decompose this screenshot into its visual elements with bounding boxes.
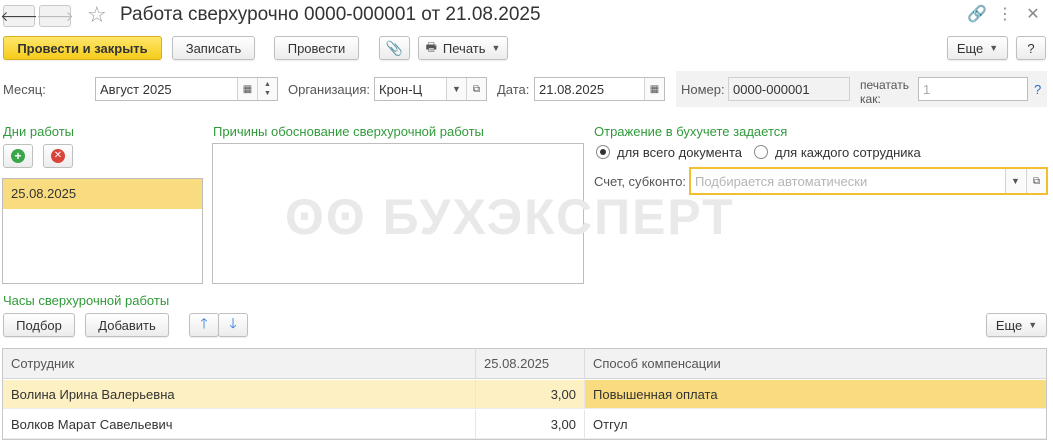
link-icon[interactable]: 🔗 (966, 5, 988, 25)
add-day-button[interactable]: + (3, 144, 33, 168)
table-cell-employee[interactable]: Волина Ирина Валерьевна (3, 380, 476, 409)
chevron-down-icon: ▼ (491, 43, 501, 53)
print-as-label: печатать как: (860, 78, 909, 106)
calendar-icon[interactable]: ▦ (237, 78, 257, 100)
open-icon[interactable]: ⧉ (1026, 169, 1046, 193)
delete-icon: ✕ (51, 149, 65, 163)
print-as-help-icon[interactable]: ? (1034, 82, 1041, 97)
more-button[interactable]: Еще ▼ (947, 36, 1008, 60)
arrow-right-icon: 🡒 (36, 7, 74, 24)
radio-document-label[interactable]: для всего документа (617, 145, 742, 160)
move-down-button[interactable]: 🡓 (218, 313, 248, 337)
table-cell-employee[interactable]: Волков Марат Савельевич (3, 410, 476, 439)
arrow-up-icon: 🡑 (200, 315, 208, 331)
print-as-label-line2: как: (860, 92, 881, 106)
favorite-star-icon[interactable]: ☆ (87, 2, 107, 28)
date-field[interactable]: 21.08.2025 ▦ (534, 77, 665, 101)
delete-day-button[interactable]: ✕ (43, 144, 73, 168)
overtime-table[interactable]: Сотрудник 25.08.2025 Способ компенсации … (2, 348, 1047, 440)
column-header-employee[interactable]: Сотрудник (3, 349, 476, 379)
post-button[interactable]: Провести (274, 36, 359, 60)
more-label: Еще (956, 40, 984, 56)
chevron-down-icon: ▼ (1028, 320, 1038, 330)
radio-employee-label[interactable]: для каждого сотрудника (775, 145, 921, 160)
table-cell-hours[interactable]: 3,00 (476, 380, 585, 409)
chevron-down-icon[interactable]: ▼ (446, 78, 466, 100)
table-cell-hours[interactable]: 3,00 (476, 410, 585, 439)
print-as-value: 1 (923, 81, 931, 97)
print-button[interactable]: 🖶 Печать ▼ (418, 36, 508, 60)
work-days-title: Дни работы (3, 124, 75, 139)
chevron-down-icon[interactable]: ▼ (1005, 169, 1025, 193)
add-button[interactable]: Добавить (85, 313, 169, 337)
close-icon[interactable]: ✕ (1022, 5, 1044, 25)
printer-icon: 🖶 (425, 39, 437, 54)
reasons-title: Причины обоснование сверхурочной работы (213, 124, 484, 139)
arrow-left-icon: 🡐 (0, 7, 38, 24)
table-cell-compensation[interactable]: Отгул (585, 410, 1046, 439)
pick-button[interactable]: Подбор (3, 313, 75, 337)
move-up-button[interactable]: 🡑 (189, 313, 219, 337)
page-title: Работа сверхурочно 0000-000001 от 21.08.… (120, 4, 541, 25)
print-label: Печать (442, 40, 486, 56)
radio-document[interactable] (596, 145, 610, 159)
accounting-title: Отражение в бухучете задается (594, 124, 788, 139)
paperclip-icon: 📎 (385, 39, 404, 56)
number-label: Номер: (681, 82, 725, 97)
kebab-menu-icon[interactable]: ⋮ (994, 5, 1016, 25)
column-header-date[interactable]: 25.08.2025 (476, 349, 585, 379)
account-placeholder: Подбирается автоматически (695, 173, 868, 189)
arrow-down-icon: 🡓 (229, 315, 237, 331)
month-stepper[interactable]: ▲ ▼ (257, 78, 277, 100)
account-field[interactable]: Подбирается автоматически ▼ ⧉ (689, 167, 1048, 195)
org-value: Крон-Ц (379, 81, 423, 97)
save-button[interactable]: Записать (172, 36, 255, 60)
month-label: Месяц: (3, 82, 46, 97)
radio-employee[interactable] (754, 145, 768, 159)
org-label: Организация: (288, 82, 371, 97)
account-label: Счет, субконто: (594, 174, 687, 189)
overtime-title: Часы сверхурочной работы (3, 293, 170, 308)
month-field[interactable]: Август 2025 ▦ ▲ ▼ (95, 77, 278, 101)
print-as-field[interactable]: 1 (918, 77, 1028, 101)
number-field[interactable]: 0000-000001 (728, 77, 850, 101)
calendar-icon[interactable]: ▦ (644, 78, 664, 100)
number-value: 0000-000001 (733, 81, 810, 97)
reasons-textarea[interactable] (212, 143, 584, 284)
plus-icon: + (11, 149, 25, 163)
chevron-down-icon: ▼ (989, 43, 999, 53)
date-label: Дата: (497, 82, 530, 97)
help-button[interactable]: ? (1016, 36, 1046, 60)
back-button[interactable]: 🡐 (0, 5, 38, 27)
org-field[interactable]: Крон-Ц ▼ ⧉ (374, 77, 487, 101)
print-as-label-line1: печатать (860, 78, 909, 92)
table-more-label: Еще (995, 317, 1023, 333)
date-value: 21.08.2025 (539, 81, 605, 97)
table-more-button[interactable]: Еще ▼ (986, 313, 1047, 337)
list-item[interactable]: 25.08.2025 (3, 179, 202, 209)
table-cell-compensation[interactable]: Повышенная оплата (585, 380, 1046, 409)
attach-button[interactable]: 📎 (379, 36, 410, 60)
column-header-compensation[interactable]: Способ компенсации (585, 349, 1046, 379)
open-icon[interactable]: ⧉ (466, 78, 486, 100)
work-days-list[interactable]: 25.08.2025 (2, 178, 203, 284)
post-and-close-button[interactable]: Провести и закрыть (3, 36, 162, 60)
month-value: Август 2025 (100, 81, 172, 97)
forward-button[interactable]: 🡒 (36, 5, 74, 27)
